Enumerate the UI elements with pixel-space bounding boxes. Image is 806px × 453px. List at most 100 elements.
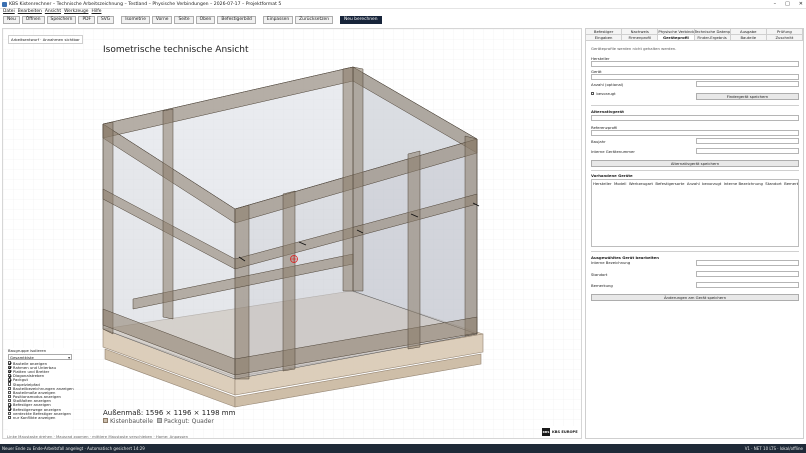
save-button[interactable]: Speichern: [46, 16, 77, 24]
top-view-button[interactable]: Oben: [195, 16, 216, 24]
devices-table-header: Hersteller Modell Werkzeugart Befestigersor…: [592, 180, 798, 187]
crate-isometric-drawing[interactable]: [3, 29, 582, 439]
divider: [591, 251, 799, 252]
column-header[interactable]: bevorzugt: [702, 181, 721, 186]
alt-device-input[interactable]: [591, 115, 799, 121]
location-input[interactable]: [696, 271, 799, 277]
checkbox-icon[interactable]: [8, 386, 12, 390]
viewport-3d[interactable]: Arbeitsentwurf · Annahmen sichtbar Isome…: [2, 28, 582, 439]
svg-button[interactable]: SVG: [97, 16, 115, 24]
tab-bottom-4[interactable]: Bauteile: [730, 35, 767, 41]
properties-panel: BefestigerNachweisPhysische Verbindungen…: [585, 28, 804, 439]
devices-table[interactable]: Hersteller Modell Werkzeugart Befestigersor…: [591, 179, 799, 247]
preferred-checkbox[interactable]: bevorzugt: [591, 91, 616, 96]
device-select[interactable]: [591, 74, 799, 80]
close-button[interactable]: ✕: [799, 1, 803, 7]
front-view-button[interactable]: Vorne: [151, 16, 173, 24]
group-select[interactable]: Gesamtkiste ▾: [8, 354, 72, 360]
checkbox-icon[interactable]: [8, 378, 12, 382]
save-device-changes-button[interactable]: Änderungen am Gerät speichern: [591, 294, 799, 301]
reference-profile-select[interactable]: [591, 130, 799, 136]
checkbox-icon[interactable]: [8, 403, 12, 407]
device-info-text: Geräteprofile werden nicht gehalten werd…: [591, 46, 677, 51]
column-header[interactable]: Interne Bezeichnung: [724, 181, 763, 186]
location-label: Standort: [591, 272, 608, 277]
company-logo: KBS KBS EUROPE: [542, 426, 581, 438]
viewport-tab[interactable]: Arbeitsentwurf · Annahmen sichtbar: [8, 35, 83, 44]
recalculate-button[interactable]: Neu berechnen: [340, 16, 382, 24]
checkbox-icon[interactable]: [8, 390, 12, 395]
existing-devices-heading: Vorhandene Geräte: [591, 173, 633, 178]
open-button[interactable]: Öffnen: [21, 16, 45, 24]
logo-mark-icon: KBS: [542, 428, 550, 436]
status-left: Neuer Ende zu Ende-Arbeitsfall angelegt …: [2, 446, 145, 451]
tab-bottom-1[interactable]: Firmenprofil: [622, 35, 659, 41]
count-input[interactable]: [696, 81, 799, 87]
column-header[interactable]: Bemerkung: [784, 181, 798, 186]
isometric-view-button[interactable]: Isometrie: [121, 16, 150, 24]
outer-dimensions: Außenmaß: 1596 × 1196 × 1198 mm: [103, 409, 236, 417]
tab-bottom-3[interactable]: Finder-Ergebnis: [694, 35, 731, 41]
toolbar: Neu Öffnen Speichern PDF SVG Isometrie V…: [0, 15, 806, 25]
column-header[interactable]: Befestigersorte: [655, 181, 684, 186]
tab-bottom-2[interactable]: Geräteprofil: [658, 35, 695, 41]
tab-bottom-5[interactable]: Zuschnitt: [766, 35, 803, 41]
viewport-title: Isometrische technische Ansicht: [103, 45, 249, 55]
group-checkbox-row[interactable]: nur Konflikte anzeigen: [8, 415, 72, 421]
new-button[interactable]: Neu: [3, 16, 20, 24]
column-header[interactable]: Modell: [614, 181, 626, 186]
tab-bottom-0[interactable]: Eingaben: [586, 35, 623, 41]
save-finder-device-button[interactable]: Findergerät speichern: [696, 93, 799, 100]
internal-name-input[interactable]: [696, 260, 799, 266]
column-header[interactable]: Anzahl: [687, 181, 700, 186]
side-view-button[interactable]: Seite: [174, 16, 194, 24]
column-header[interactable]: Standort: [765, 181, 781, 186]
year-input[interactable]: [696, 138, 799, 144]
group-panel-title: Baugruppe isolieren: [8, 348, 47, 353]
checkbox-icon[interactable]: [8, 373, 12, 378]
divider: [591, 105, 799, 106]
maximize-button[interactable]: □: [785, 1, 790, 7]
alt-device-heading: Alternativgerät: [591, 109, 624, 114]
tab-row-2: Eingaben Firmenprofil Geräteprofil Finder-E…: [586, 35, 803, 41]
group-checkbox-list: Bauteile anzeigen Rahmen und Unterbau Plat…: [8, 361, 74, 421]
status-right: V1 · NET 10 LTS · lokal/offline: [744, 446, 803, 451]
fastener-image-button[interactable]: Befestigerbild: [217, 16, 256, 24]
divider: [591, 170, 799, 171]
internal-no-input[interactable]: [696, 148, 799, 154]
column-header[interactable]: Hersteller: [593, 181, 612, 186]
remark-label: Bemerkung: [591, 283, 613, 288]
window-controls: – □ ✕: [774, 1, 803, 7]
checkbox-icon[interactable]: [8, 399, 12, 403]
fit-button[interactable]: Einpassen: [262, 16, 294, 24]
internal-no-label: Interne Gerätenummer: [591, 149, 635, 154]
minimize-button[interactable]: –: [774, 1, 777, 7]
crate-swatch-icon: [103, 418, 108, 423]
group-isolate-panel: Baugruppe isolieren Gesamtkiste ▾ Bauteil…: [8, 348, 74, 430]
legend-pack: Packgut: Quader: [156, 418, 214, 425]
legend: Kistenbauteile Packgut: Quader: [103, 418, 214, 425]
checkbox-icon[interactable]: [8, 382, 12, 386]
viewport-hint: Linke Maustaste drehen · Mausrad zoomen …: [7, 434, 189, 439]
checkbox-icon[interactable]: [591, 91, 595, 96]
checkbox-icon[interactable]: [8, 369, 12, 374]
year-label: Baujahr: [591, 139, 606, 144]
legend-crate: Kistenbauteile: [103, 418, 153, 425]
count-label: Anzahl (optional): [591, 82, 624, 87]
title-bar: KBS Kistenrechner – Technische Arbeitsze…: [0, 0, 806, 9]
pack-swatch-icon: [156, 418, 162, 423]
column-header[interactable]: Werkzeugart: [629, 181, 653, 186]
checkbox-icon[interactable]: [8, 394, 12, 399]
checkbox-icon[interactable]: [8, 411, 12, 416]
checkbox-icon[interactable]: [8, 415, 12, 420]
checkbox-icon[interactable]: [8, 407, 12, 411]
status-bar: Neuer Ende zu Ende-Arbeitsfall angelegt …: [0, 444, 806, 453]
app-icon: [2, 2, 7, 7]
pdf-button[interactable]: PDF: [78, 16, 95, 24]
group-checkbox-label: nur Konflikte anzeigen: [12, 415, 56, 421]
reset-button[interactable]: Zurücksetzen: [295, 16, 334, 24]
manufacturer-select[interactable]: [591, 61, 799, 67]
remark-input[interactable]: [696, 282, 799, 288]
chevron-down-icon: ▾: [68, 354, 70, 360]
save-alt-device-button[interactable]: Alternativgerät speichern: [591, 160, 799, 167]
